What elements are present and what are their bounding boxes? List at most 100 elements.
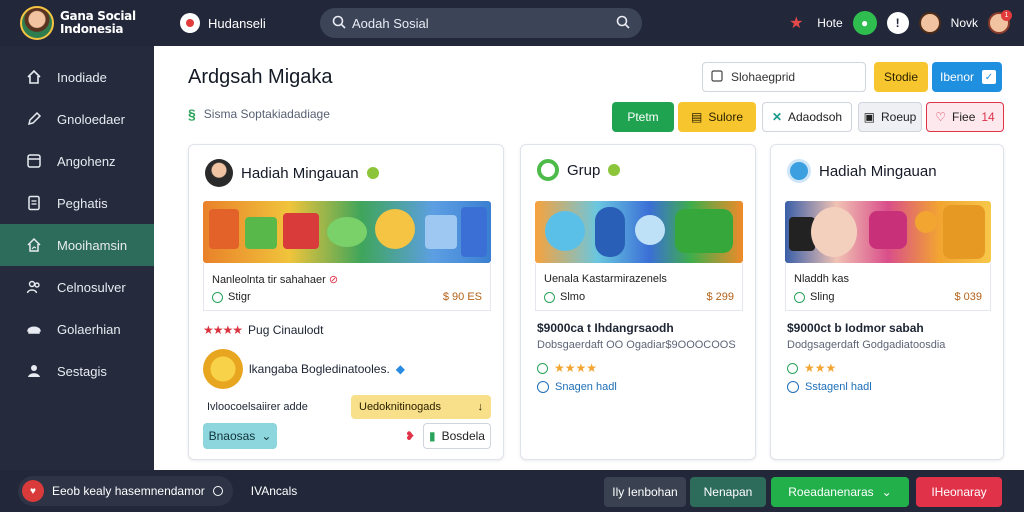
bottom-button-1[interactable]: Ily Ienbohan xyxy=(604,477,686,507)
chart-home-icon xyxy=(25,236,43,254)
top-bar: Gana Social Indonesia Hudanseli Aodah So… xyxy=(0,0,1024,46)
blue-dropdown-button[interactable]: Ibenor ✓ xyxy=(932,62,1002,92)
sidebar-item-edit[interactable]: Gnoloedaer xyxy=(0,98,154,140)
status-icon xyxy=(212,291,223,303)
bottom-button-2[interactable]: Nenapan xyxy=(690,477,766,507)
nav-home[interactable]: Hudanseli xyxy=(180,13,310,33)
search-bar[interactable]: Aodah Sosial xyxy=(320,8,642,38)
red-outline-label: Fiee xyxy=(952,110,976,124)
bottom-dropdown-button[interactable]: Roeadanenaras ⌄ xyxy=(771,477,909,507)
outline-button-2[interactable]: ▣ Roeup xyxy=(858,102,922,132)
sidebar-item-home[interactable]: Inodiade xyxy=(0,56,154,98)
card-summary-title: Uenala Kastarmirazenels xyxy=(544,273,667,285)
link-row[interactable]: Sstagenl hadl xyxy=(787,381,872,393)
badge-icon xyxy=(366,167,379,179)
rating-row: ★★★★ Pug Cinaulodt xyxy=(203,323,323,337)
card-summary-title: Nanleolnta tir sahahaer xyxy=(212,274,326,286)
sidebar-item-label: Mooihamsin xyxy=(57,237,128,253)
sidebar-item-group[interactable]: Celnosulver xyxy=(0,266,154,308)
yellow-filter-button[interactable]: ▤ Sulore xyxy=(678,102,756,132)
sidebar-item-active[interactable]: Mooihamsin xyxy=(0,224,154,266)
filter-input-value: Slohaegprid xyxy=(731,70,796,84)
topbar-item1[interactable]: Hote xyxy=(817,16,842,30)
search-icon xyxy=(332,15,346,32)
card-banner-image xyxy=(203,201,491,263)
outline-card-button[interactable]: ▮ Bosdela xyxy=(423,423,491,449)
search-input[interactable]: Aodah Sosial xyxy=(352,16,610,31)
blue-dropdown-label: Ibenor xyxy=(940,70,975,84)
nav-home-label: Hudanseli xyxy=(208,15,266,31)
outline-button-1-label: Adaodsoh xyxy=(788,110,843,124)
sidebar-item-label: Sestagis xyxy=(57,363,107,379)
status-icon xyxy=(544,291,555,303)
brand-line2: Indonesia xyxy=(60,22,124,36)
brand[interactable]: Gana Social Indonesia xyxy=(0,6,172,40)
card-banner-image xyxy=(535,201,743,263)
select-dropdown-value: Uedoknitinogads xyxy=(359,401,441,413)
user-avatar-icon[interactable] xyxy=(918,12,941,34)
info-icon[interactable]: ! xyxy=(886,12,909,34)
card-title: Hadiah Mingauan xyxy=(819,162,937,180)
star-rating-icon: ★★★★ xyxy=(554,361,598,375)
sidebar: Inodiade Gnoloedaer Angohenz Peghatis Mo… xyxy=(0,46,154,470)
price-line: $9000ct b Iodmor sabah xyxy=(787,321,924,335)
outline-button-2-label: Roeup xyxy=(880,110,917,124)
green-button[interactable]: Ptetm xyxy=(612,102,674,132)
bottom-status-pill[interactable]: ♥ Eeob kealy hasemnendamor xyxy=(18,476,233,506)
diamond-icon: ◆ xyxy=(395,362,406,376)
sidebar-item-document[interactable]: Peghatis xyxy=(0,182,154,224)
card-link[interactable]: Snagen hadl xyxy=(555,381,617,393)
bottom-pill-text: Eeob kealy hasemnendamor xyxy=(52,484,205,498)
panel-icon xyxy=(25,152,43,170)
arrow-down-icon: ↓ xyxy=(477,401,484,413)
profile-avatar[interactable]: 1 xyxy=(988,10,1012,34)
arrow-circle-icon xyxy=(537,381,549,393)
sidebar-item-label: Peghatis xyxy=(57,195,108,211)
game-icon[interactable]: ● xyxy=(852,11,877,35)
sidebar-item-settings[interactable]: Sestagis xyxy=(0,350,154,392)
filter-icon: ▤ xyxy=(690,110,703,124)
remove-icon[interactable]: ❥ xyxy=(399,423,421,449)
teal-dropdown-label: Bnaosas xyxy=(208,429,256,443)
card-summary-status: Slmo xyxy=(560,291,586,303)
card-summary-value: $ 299 xyxy=(706,291,734,303)
bottom-button-4[interactable]: IHeonaray xyxy=(916,477,1002,507)
card-summary-status: Sling xyxy=(810,291,835,303)
check-icon: ✓ xyxy=(982,70,996,84)
coin-row: lkangaba Bogledinatooles. ◆ xyxy=(203,349,405,389)
bottom-dropdown-label: Roeadanenaras xyxy=(788,485,874,499)
character-icon xyxy=(205,159,233,187)
card-banner-image xyxy=(785,201,991,263)
card-link[interactable]: Sstagenl hadl xyxy=(805,381,872,393)
desc-line: Dobsgaerdaft OO Ogadiar$9OOOCOOS xyxy=(537,339,736,351)
red-outline-button[interactable]: ♡ Fiee 14 xyxy=(926,102,1004,132)
brand-avatar xyxy=(20,6,54,40)
page-subtitle-text: Sisma Soptakiadadiage xyxy=(203,107,330,121)
topbar-item2[interactable]: Novk xyxy=(951,16,978,30)
outline-button-1[interactable]: ✕ Adaodsoh xyxy=(762,102,852,132)
yellow-button[interactable]: Stodie xyxy=(874,62,928,92)
sidebar-item-panel[interactable]: Angohenz xyxy=(0,140,154,182)
select-dropdown[interactable]: Uedoknitinogads ↓ xyxy=(351,395,491,419)
pen-icon xyxy=(25,110,43,128)
star-rating-icon: ★★★ xyxy=(804,361,837,375)
filter-input[interactable]: Slohaegprid xyxy=(702,62,866,92)
sidebar-item-shield[interactable]: Golaerhian xyxy=(0,308,154,350)
status-icon xyxy=(787,362,798,374)
teal-dropdown-button[interactable]: Bnaosas ⌄ xyxy=(203,423,277,449)
star-icon[interactable]: ★ xyxy=(785,12,807,34)
grid-icon: ▣ xyxy=(863,110,875,124)
tablet-icon xyxy=(787,159,811,183)
search-submit-icon[interactable] xyxy=(616,15,630,32)
chevron-down-icon: ⌄ xyxy=(261,429,272,443)
price-line: $9000ca t Ihdangrsaodh xyxy=(537,321,674,335)
desc-line: Dodgsagerdaft Godgadiatoosdia xyxy=(787,339,946,351)
link-row[interactable]: Snagen hadl xyxy=(537,381,617,393)
card-title: Hadiah Mingauan xyxy=(241,164,359,182)
star-rating-icon: ★★★★ xyxy=(203,323,243,337)
bottom-label: IVAncals xyxy=(250,484,298,498)
card-summary: Nladdh kas Sling $ 039 xyxy=(785,263,991,311)
topbar-actions: ★ Hote ● ! Novk 1 xyxy=(785,10,1024,35)
sidebar-item-label: Angohenz xyxy=(57,153,116,169)
group-ring-icon xyxy=(537,159,559,181)
